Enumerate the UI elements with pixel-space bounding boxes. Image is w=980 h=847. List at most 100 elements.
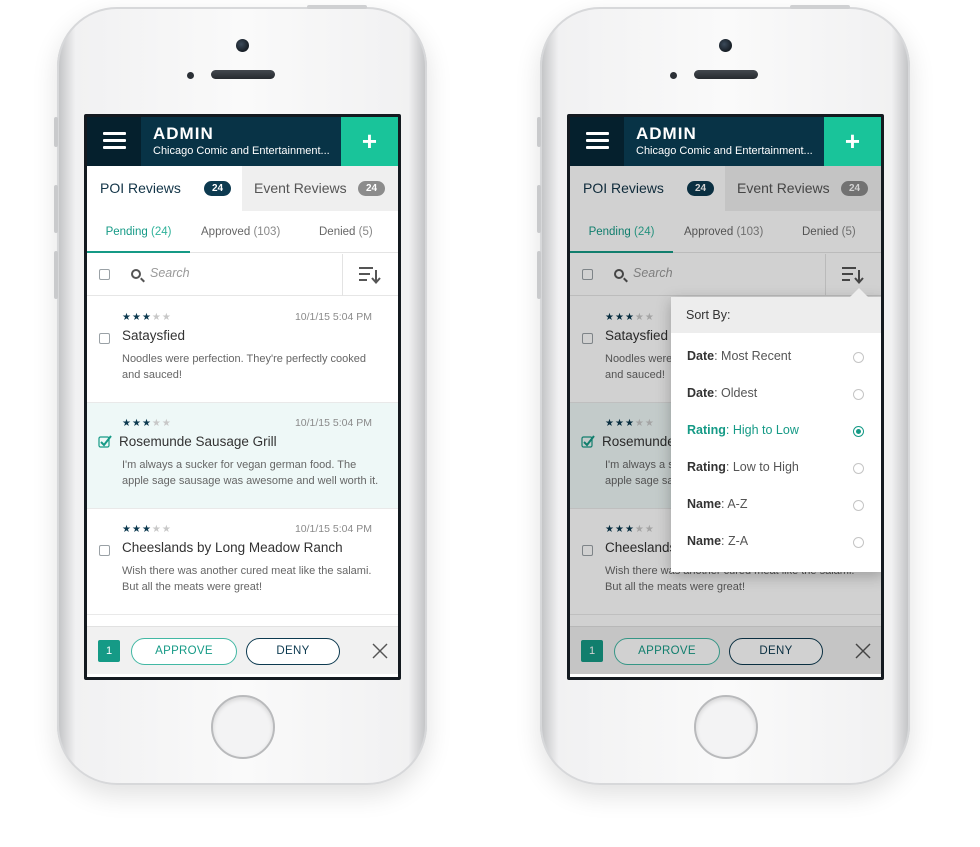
menu-icon-bar bbox=[586, 139, 609, 142]
star-filled-icon: ★ bbox=[122, 312, 132, 323]
front-camera bbox=[719, 39, 732, 52]
star-rating: ★★★★★ bbox=[122, 418, 172, 429]
menu-icon bbox=[586, 132, 609, 135]
volume-down-button bbox=[537, 251, 541, 299]
search-bar: Search bbox=[87, 254, 398, 296]
menu-icon-bar bbox=[103, 139, 126, 142]
volume-up-button bbox=[54, 185, 58, 233]
menu-icon bbox=[103, 132, 126, 135]
subtab-approved[interactable]: Approved (103) bbox=[201, 211, 280, 253]
review-date: 10/1/15 5:04 PM bbox=[294, 417, 372, 429]
sort-option-field: Date bbox=[687, 349, 715, 363]
sort-option[interactable]: Name: A-Z bbox=[687, 497, 747, 511]
radio-selected[interactable] bbox=[853, 426, 864, 437]
app-bar: ADMIN Chicago Comic and Entertainment...… bbox=[87, 117, 398, 166]
sort-button[interactable] bbox=[342, 254, 398, 296]
event-name: Chicago Comic and Entertainment... bbox=[636, 145, 813, 157]
proximity-sensor bbox=[187, 72, 194, 79]
review-item[interactable]: ★★★★★ 10/1/15 5:04 PM Sataysfied Noodles… bbox=[87, 297, 398, 403]
front-camera bbox=[236, 39, 249, 52]
mute-switch bbox=[54, 117, 58, 147]
review-item[interactable]: ★★★★★ 10/1/15 5:04 PM Cheeslands by Long… bbox=[87, 509, 398, 615]
selected-count-badge: 1 bbox=[98, 640, 120, 662]
sort-option-value: A-Z bbox=[724, 497, 748, 511]
add-button[interactable]: + bbox=[824, 117, 881, 166]
subtab-pending[interactable]: Pending (24) bbox=[87, 211, 190, 253]
select-all-checkbox[interactable] bbox=[99, 269, 110, 280]
review-checkbox[interactable] bbox=[99, 333, 110, 344]
radio-unselected[interactable] bbox=[853, 352, 864, 363]
earpiece-speaker bbox=[211, 70, 275, 79]
close-icon[interactable] bbox=[372, 643, 388, 659]
review-text: Wish there was another cured meat like t… bbox=[122, 565, 372, 593]
star-filled-icon: ★ bbox=[122, 418, 132, 429]
radio-unselected[interactable] bbox=[853, 537, 864, 548]
sort-option-value: Z-A bbox=[724, 534, 749, 548]
star-filled-icon: ★ bbox=[131, 524, 142, 535]
subtab-label: Approved bbox=[201, 226, 251, 238]
star-filled-icon: ★ bbox=[141, 312, 152, 323]
deny-button[interactable]: DENY bbox=[246, 638, 340, 665]
star-rating: ★★★★★ bbox=[122, 524, 172, 535]
phone-screen: ADMIN Chicago Comic and Entertainment...… bbox=[84, 114, 401, 680]
review-date: 10/1/15 5:04 PM bbox=[294, 311, 372, 323]
review-date: 10/1/15 5:04 PM bbox=[294, 523, 372, 535]
phone-frame: ADMIN Chicago Comic and Entertainment...… bbox=[537, 5, 910, 785]
hamburger-menu-button[interactable] bbox=[87, 117, 141, 166]
subtab-label: Pending bbox=[105, 226, 148, 238]
search-icon bbox=[131, 269, 141, 279]
search-input[interactable]: Search bbox=[150, 266, 190, 280]
sort-option[interactable]: Date: Most Recent bbox=[687, 349, 791, 363]
radio-unselected[interactable] bbox=[853, 463, 864, 474]
power-button bbox=[307, 5, 367, 9]
radio-unselected[interactable] bbox=[853, 500, 864, 511]
home-button bbox=[694, 695, 758, 759]
sort-option-value: Low to High bbox=[729, 460, 799, 474]
tab-label: POI Reviews bbox=[100, 180, 181, 196]
tab-event-reviews[interactable]: Event Reviews 24 bbox=[242, 166, 398, 211]
home-button bbox=[211, 695, 275, 759]
subtab-count: (103) bbox=[253, 226, 281, 238]
review-text: I'm always a sucker for vegan german foo… bbox=[122, 459, 379, 487]
approve-button[interactable]: APPROVE bbox=[131, 638, 237, 665]
subtab-label: Denied bbox=[319, 226, 356, 238]
review-text: Noodles were perfection. They're perfect… bbox=[122, 353, 367, 381]
star-filled-icon: ★ bbox=[141, 418, 152, 429]
review-item[interactable]: ★★★★★ 10/1/15 5:04 PM Rosemunde Sausage … bbox=[87, 403, 398, 509]
proximity-sensor bbox=[670, 72, 677, 79]
phone-frame: ADMIN Chicago Comic and Entertainment...… bbox=[54, 5, 427, 785]
volume-up-button bbox=[537, 185, 541, 233]
star-filled-icon: ★ bbox=[131, 312, 142, 323]
subtab-count: (5) bbox=[358, 226, 373, 238]
tab-label: Event Reviews bbox=[254, 180, 347, 196]
bulk-action-bar: 1 APPROVE DENY bbox=[87, 626, 398, 674]
status-tabs: Pending (24) Approved (103) Denied (5) bbox=[87, 211, 398, 253]
sort-option-value: Most Recent bbox=[717, 349, 792, 363]
count-badge: 24 bbox=[204, 181, 231, 196]
radio-unselected[interactable] bbox=[853, 389, 864, 400]
tab-poi-reviews[interactable]: POI Reviews 24 bbox=[87, 166, 242, 211]
sort-option[interactable]: Rating: Low to High bbox=[687, 460, 799, 474]
subtab-count: (24) bbox=[150, 226, 172, 238]
sort-option[interactable]: Date: Oldest bbox=[687, 386, 757, 400]
star-filled-icon: ★ bbox=[141, 524, 152, 535]
star-empty-icon: ★ bbox=[161, 312, 172, 323]
subtab-denied[interactable]: Denied (5) bbox=[319, 211, 373, 253]
hamburger-menu-button[interactable] bbox=[570, 117, 624, 166]
menu-icon-bar bbox=[586, 146, 609, 149]
review-type-tabs: POI Reviews 24 Event Reviews 24 bbox=[87, 166, 398, 211]
star-filled-icon: ★ bbox=[131, 418, 142, 429]
star-empty-icon: ★ bbox=[161, 418, 172, 429]
add-button[interactable]: + bbox=[341, 117, 398, 166]
sort-option-field: Name bbox=[687, 497, 722, 511]
volume-down-button bbox=[54, 251, 58, 299]
checkbox-checked[interactable] bbox=[98, 435, 112, 449]
power-button bbox=[790, 5, 850, 9]
review-checkbox[interactable] bbox=[99, 545, 110, 556]
app-brand: ADMIN bbox=[153, 124, 214, 143]
sort-option[interactable]: Rating: High to Low bbox=[687, 423, 799, 437]
event-name: Chicago Comic and Entertainment... bbox=[153, 145, 330, 157]
sort-option-field: Rating bbox=[687, 423, 726, 437]
star-empty-icon: ★ bbox=[151, 418, 162, 429]
sort-option[interactable]: Name: Z-A bbox=[687, 534, 748, 548]
